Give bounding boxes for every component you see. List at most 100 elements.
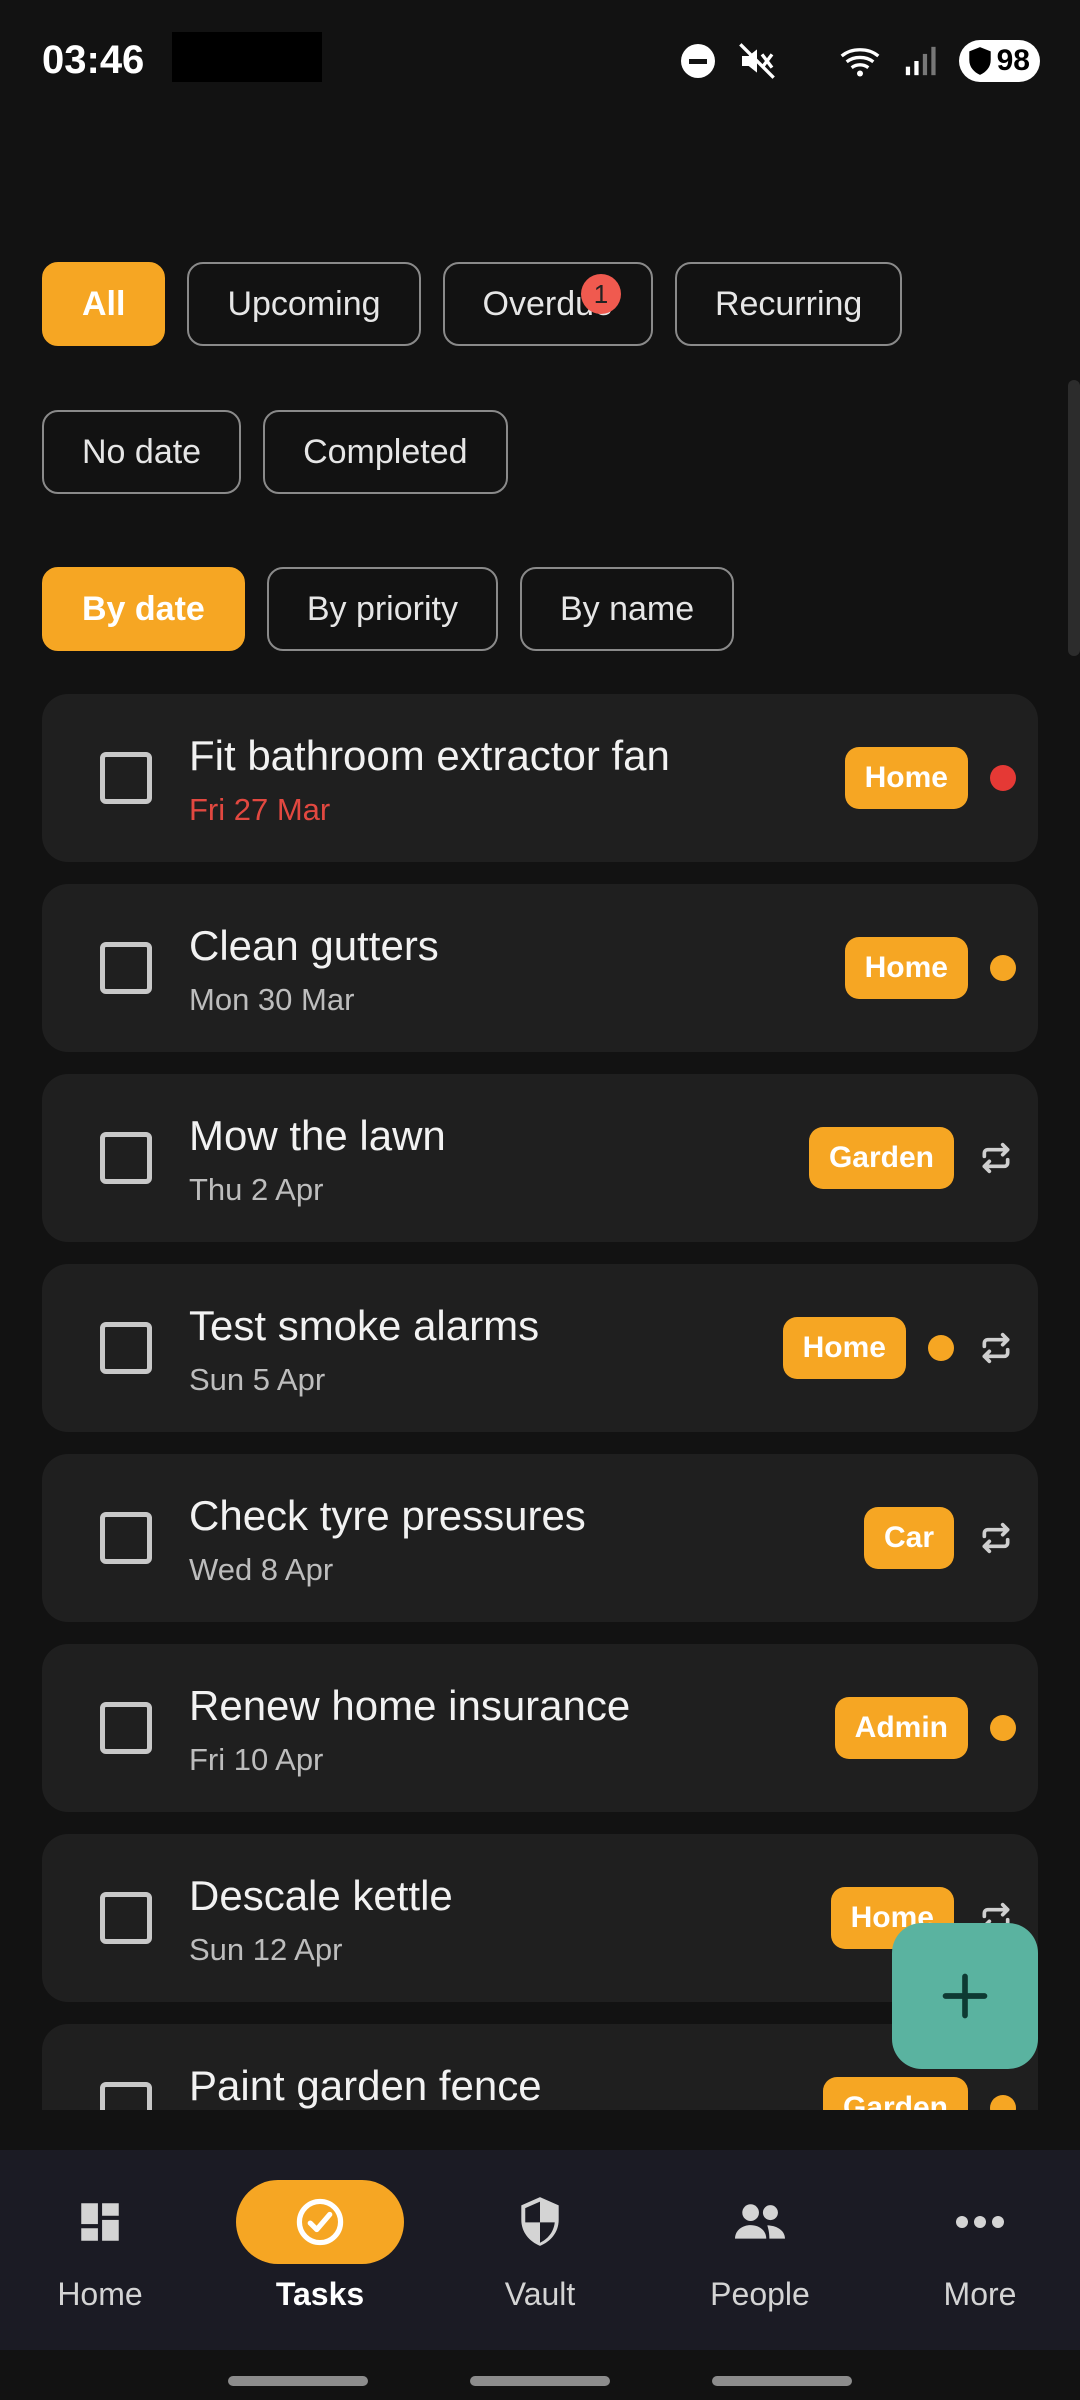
- sort-by-date-chip[interactable]: By date: [42, 567, 245, 651]
- nav-tasks[interactable]: Tasks: [220, 2180, 420, 2340]
- sort-row: By date By priority By name: [42, 567, 735, 651]
- task-row[interactable]: Paint garden fence Garden: [42, 2024, 1038, 2110]
- task-checkbox[interactable]: [100, 1322, 152, 1374]
- wifi-icon: [840, 48, 880, 77]
- filter-row-1: All Upcoming Overdue 1 Recurring: [42, 262, 903, 346]
- priority-dot: [990, 765, 1016, 791]
- chip-label: By priority: [306, 589, 458, 628]
- task-checkbox[interactable]: [100, 942, 152, 994]
- filter-overdue-chip[interactable]: Overdue 1: [442, 262, 653, 346]
- task-tag: Home: [844, 937, 968, 999]
- task-date: Mon 30 Mar: [189, 982, 355, 1017]
- more-horizontal-icon: [956, 2216, 1004, 2228]
- task-tag: Car: [863, 1507, 954, 1569]
- nav-label: Tasks: [275, 2276, 365, 2312]
- shield-battery-icon: [968, 47, 991, 75]
- nav-icon-wrap: [896, 2180, 1064, 2264]
- system-home-button[interactable]: [470, 2376, 610, 2386]
- chip-label: Completed: [303, 432, 468, 471]
- plus-icon: [942, 1973, 988, 2019]
- task-date: Thu 2 Apr: [189, 1172, 324, 1207]
- task-title: Paint garden fence: [189, 2062, 542, 2109]
- repeat-icon: [976, 1328, 1016, 1368]
- filter-completed-chip[interactable]: Completed: [263, 410, 508, 494]
- priority-dot: [990, 2095, 1016, 2110]
- priority-dot: [990, 1715, 1016, 1741]
- chip-label: All: [82, 284, 126, 323]
- nav-label: Home: [57, 2276, 143, 2312]
- task-checkbox[interactable]: [100, 1132, 152, 1184]
- redacted-area: [172, 32, 322, 82]
- shield-icon: [521, 2197, 559, 2246]
- task-meta: Garden: [808, 1074, 1016, 1242]
- sort-by-name-chip[interactable]: By name: [519, 567, 735, 651]
- task-tag: Garden: [822, 2077, 968, 2110]
- nav-label: Vault: [504, 2276, 576, 2312]
- chip-label: By date: [82, 589, 205, 628]
- do-not-disturb-icon: [680, 44, 715, 78]
- sort-by-priority-chip[interactable]: By priority: [266, 567, 498, 651]
- nav-icon-wrap: [676, 2180, 844, 2264]
- filter-upcoming-chip[interactable]: Upcoming: [187, 262, 421, 346]
- repeat-icon: [976, 1518, 1016, 1558]
- nav-vault[interactable]: Vault: [440, 2180, 640, 2340]
- task-row[interactable]: Renew home insurance Fri 10 Apr Admin: [42, 1644, 1038, 1812]
- task-title: Test smoke alarms: [189, 1302, 540, 1349]
- nav-people[interactable]: People: [660, 2180, 860, 2340]
- task-title: Descale kettle: [189, 1872, 453, 1919]
- battery-indicator: 98: [958, 40, 1040, 82]
- nav-more[interactable]: More: [880, 2180, 1080, 2340]
- task-list: Fit bathroom extractor fan Fri 27 Mar Ho…: [42, 694, 1038, 2110]
- task-title: Fit bathroom extractor fan: [189, 732, 670, 779]
- bottom-navigation: Home Tasks Vault People More: [0, 2150, 1080, 2350]
- task-date: Sun 5 Apr: [189, 1362, 326, 1397]
- overdue-count-badge: 1: [580, 274, 621, 314]
- filter-all-chip[interactable]: All: [42, 262, 166, 346]
- dashboard-icon: [81, 2203, 119, 2241]
- task-row[interactable]: Descale kettle Sun 12 Apr Home: [42, 1834, 1038, 2002]
- task-meta: Admin: [834, 1644, 1016, 1812]
- status-icons: 98: [680, 38, 1040, 84]
- filter-no-date-chip[interactable]: No date: [42, 410, 242, 494]
- task-row[interactable]: Fit bathroom extractor fan Fri 27 Mar Ho…: [42, 694, 1038, 862]
- task-row[interactable]: Test smoke alarms Sun 5 Apr Home: [42, 1264, 1038, 1432]
- task-row[interactable]: Clean gutters Mon 30 Mar Home: [42, 884, 1038, 1052]
- task-meta: Home: [844, 884, 1016, 1052]
- nav-label: More: [943, 2276, 1017, 2312]
- status-time: 03:46: [42, 38, 145, 82]
- task-row[interactable]: Check tyre pressures Wed 8 Apr Car: [42, 1454, 1038, 1622]
- task-tag: Admin: [834, 1697, 968, 1759]
- system-back-button[interactable]: [712, 2376, 852, 2386]
- task-meta: Car: [863, 1454, 1016, 1622]
- task-checkbox[interactable]: [100, 752, 152, 804]
- task-meta: Home: [782, 1264, 1016, 1432]
- task-title: Clean gutters: [189, 922, 439, 969]
- add-task-button[interactable]: [892, 1923, 1038, 2069]
- nav-label: People: [710, 2276, 810, 2312]
- task-date: Fri 10 Apr: [189, 1742, 324, 1777]
- repeat-icon: [976, 1138, 1016, 1178]
- task-checkbox[interactable]: [100, 1512, 152, 1564]
- signal-icon: [905, 46, 936, 76]
- priority-dot: [990, 955, 1016, 981]
- system-recents-button[interactable]: [228, 2376, 368, 2386]
- nav-icon-wrap: [16, 2180, 184, 2264]
- chip-label: Recurring: [714, 284, 863, 323]
- task-tag: Garden: [808, 1127, 954, 1189]
- task-row[interactable]: Mow the lawn Thu 2 Apr Garden: [42, 1074, 1038, 1242]
- task-title: Mow the lawn: [189, 1112, 446, 1159]
- filter-row-2: No date Completed: [42, 410, 508, 494]
- nav-icon-wrap: [456, 2180, 624, 2264]
- task-tag: Home: [782, 1317, 906, 1379]
- task-tag: Home: [844, 747, 968, 809]
- task-checkbox[interactable]: [100, 1892, 152, 1944]
- nav-icon-wrap: [236, 2180, 404, 2264]
- task-date: Sun 12 Apr: [189, 1932, 343, 1967]
- task-checkbox[interactable]: [100, 1702, 152, 1754]
- scrollbar[interactable]: [1068, 380, 1080, 656]
- nav-home[interactable]: Home: [0, 2180, 200, 2340]
- filter-recurring-chip[interactable]: Recurring: [674, 262, 903, 346]
- check-circle-icon: [296, 2198, 344, 2246]
- chip-label: By name: [559, 589, 695, 628]
- task-checkbox[interactable]: [100, 2082, 152, 2110]
